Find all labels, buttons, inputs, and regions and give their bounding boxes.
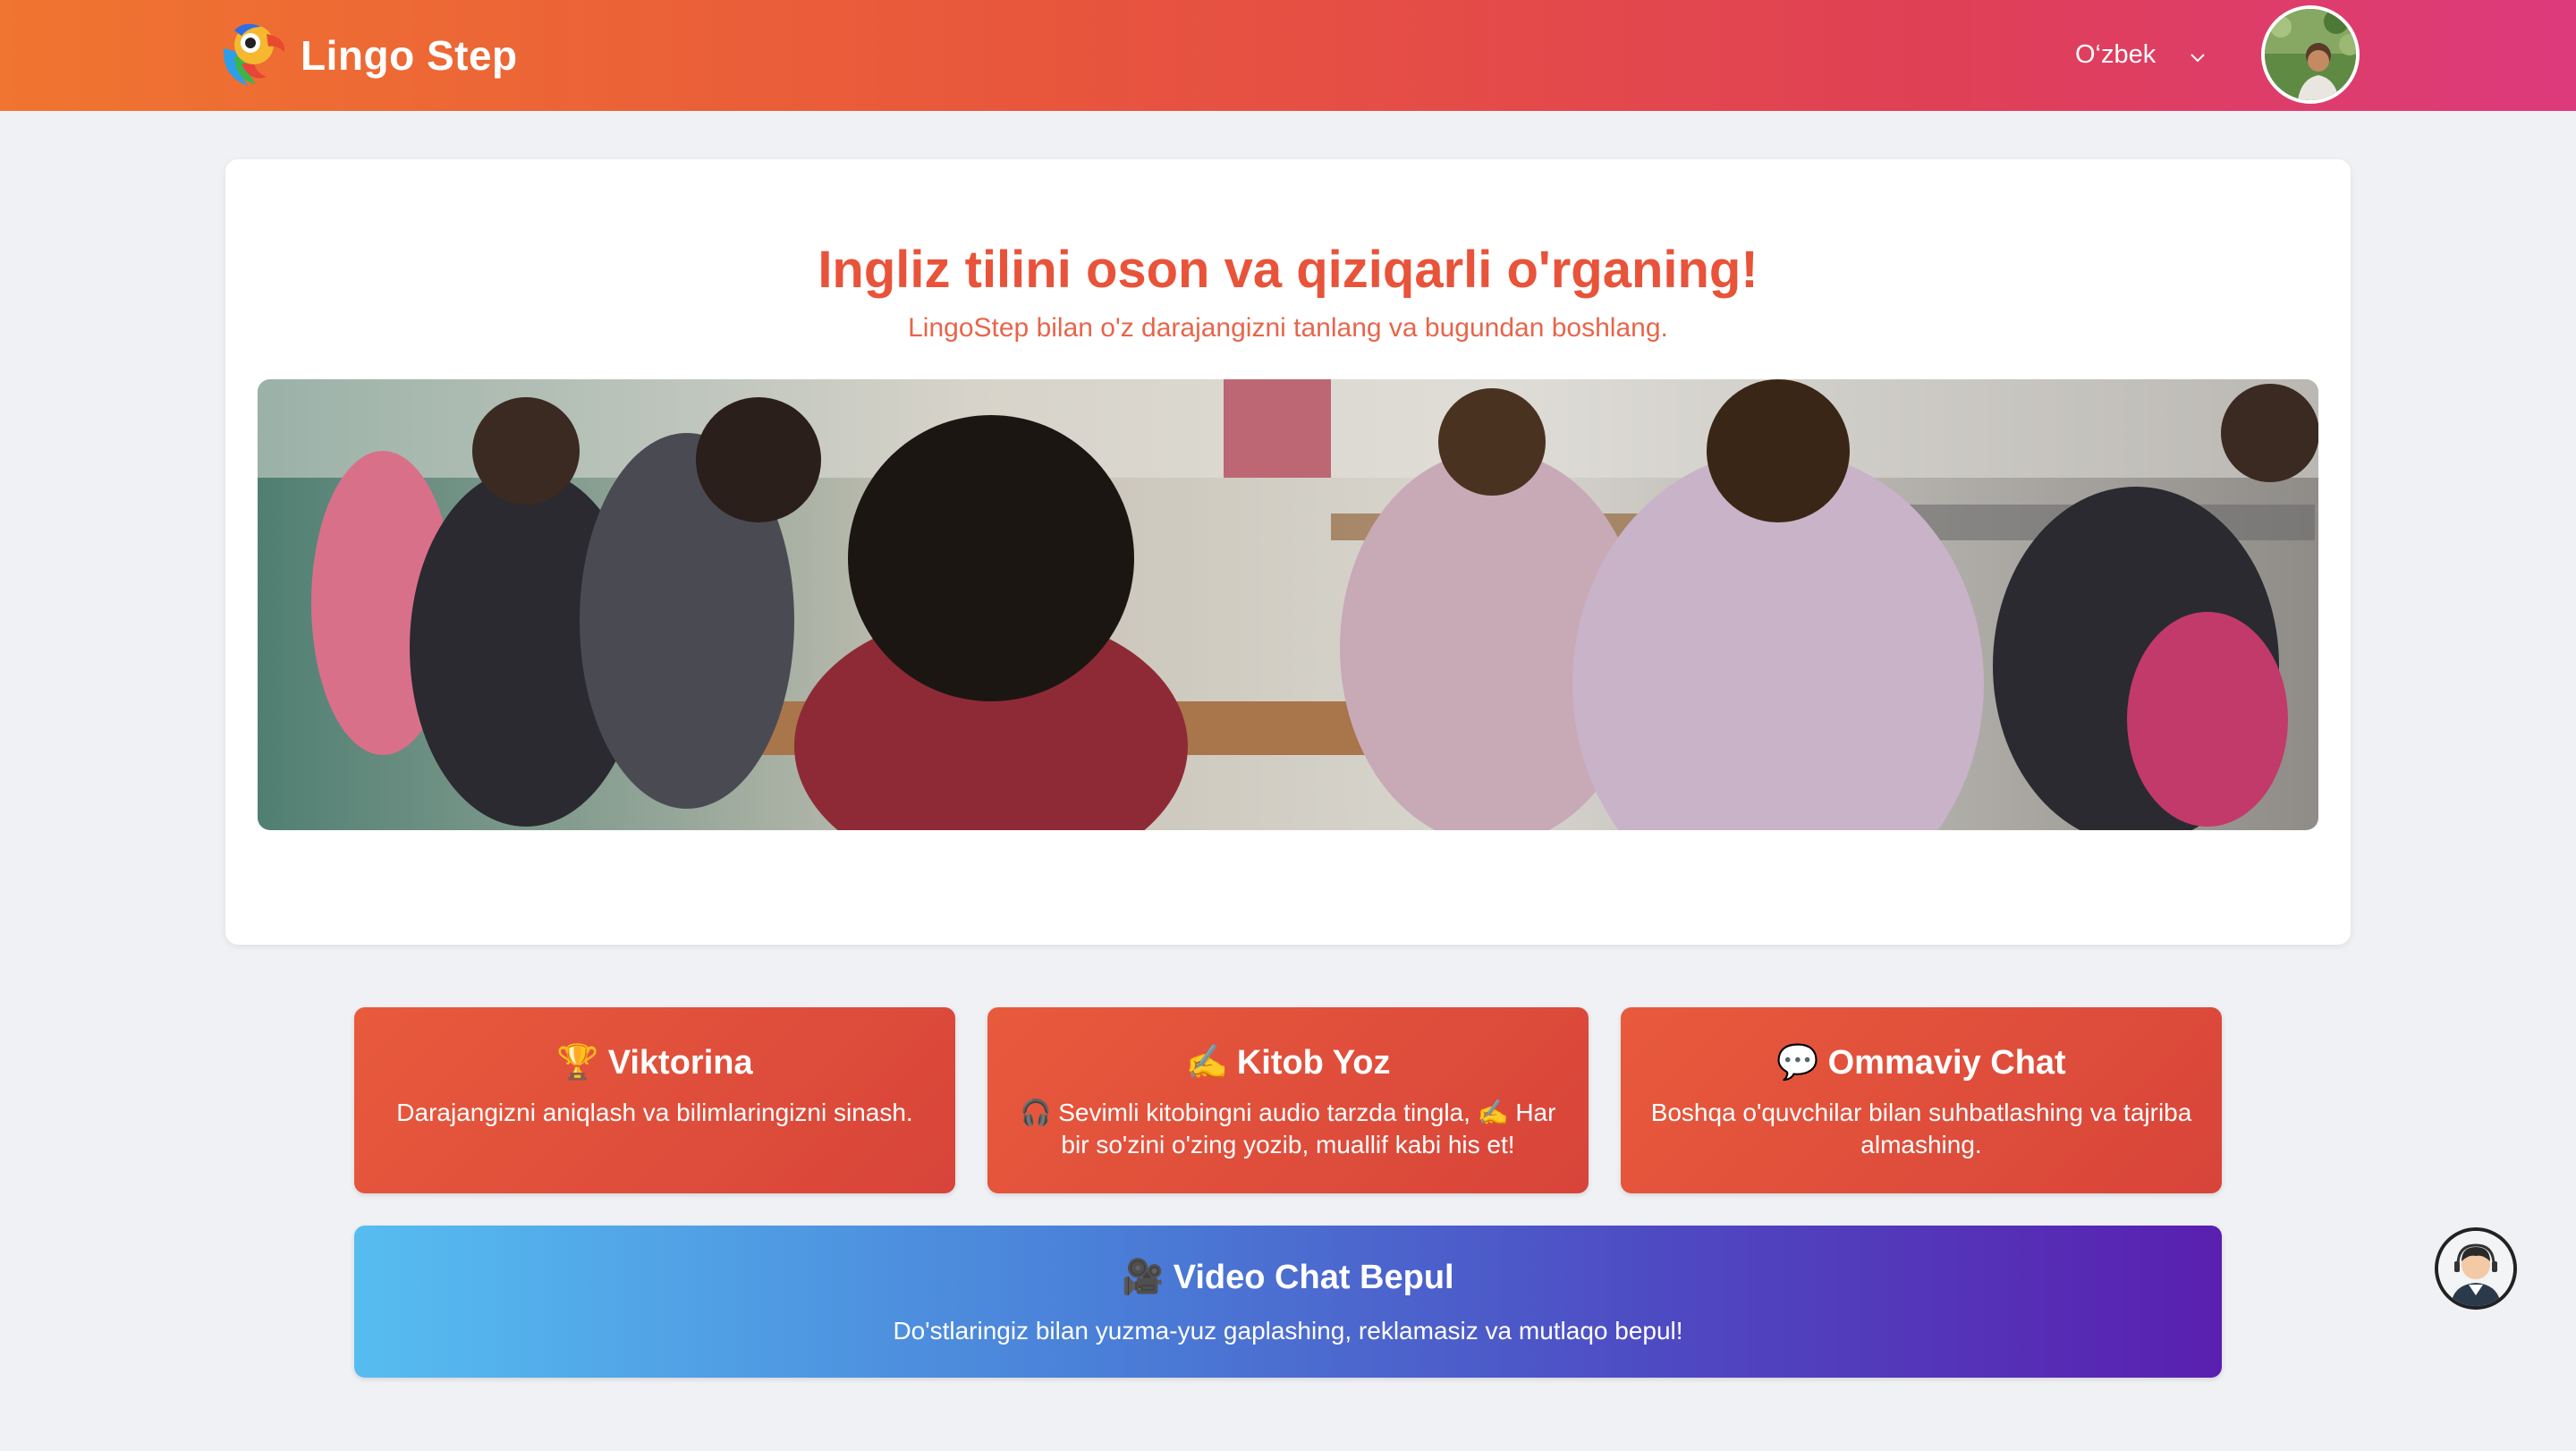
- feature-card-ommaviy-chat[interactable]: 💬 Ommaviy Chat Boshqa o'quvchilar bilan …: [1621, 1007, 2222, 1193]
- language-label: O‘zbek: [2075, 39, 2157, 69]
- feature-title: ✍️ Kitob Yoz: [987, 1043, 1589, 1082]
- feature-title-label: Video Chat Bepul: [1173, 1258, 1454, 1296]
- parrot-logo-icon: [215, 21, 290, 89]
- brand-name: Lingo Step: [301, 32, 518, 79]
- chevron-down-icon: [2188, 45, 2207, 64]
- writing-hand-icon: ✍️: [1185, 1044, 1228, 1082]
- trophy-icon: 🏆: [556, 1044, 599, 1082]
- feature-title-label: Kitob Yoz: [1236, 1043, 1391, 1082]
- feature-description: Darajangizni aniqlash va bilimlaringizni…: [396, 1099, 913, 1126]
- hero-card: Ingliz tilini oson va qiziqarli o'rganin…: [225, 159, 2351, 945]
- video-chat-card[interactable]: 🎥 Video Chat Bepul Do'stlaringiz bilan y…: [354, 1226, 2222, 1378]
- feature-title: 🏆 Viktorina: [354, 1043, 955, 1082]
- support-agent-icon: [2438, 1231, 2513, 1306]
- video-camera-icon: 🎥: [1122, 1259, 1165, 1296]
- user-avatar[interactable]: [2261, 5, 2360, 104]
- brand-logo-link[interactable]: Lingo Step: [215, 20, 518, 91]
- feature-description: 🎧 Sevimli kitobingni audio tarzda tingla…: [1020, 1099, 1556, 1158]
- top-header: Lingo Step O‘zbek: [0, 0, 2576, 111]
- language-select[interactable]: O‘zbek: [2075, 34, 2207, 75]
- feature-description: Do'stlaringiz bilan yuzma-yuz gaplashing…: [893, 1317, 1683, 1345]
- feature-card-viktorina[interactable]: 🏆 Viktorina Darajangizni aniqlash va bil…: [354, 1007, 955, 1193]
- hero-title: Ingliz tilini oson va qiziqarli o'rganin…: [818, 241, 1758, 299]
- feature-card-kitob-yoz[interactable]: ✍️ Kitob Yoz 🎧 Sevimli kitobingni audio …: [987, 1007, 1589, 1193]
- support-agent-button[interactable]: [2435, 1227, 2517, 1310]
- feature-title-label: Ommaviy Chat: [1827, 1043, 2066, 1082]
- speech-bubble-icon: 💬: [1776, 1044, 1819, 1082]
- hero-subtitle: LingoStep bilan o'z darajangizni tanlang…: [908, 313, 1668, 343]
- feature-title: 🎥 Video Chat Bepul: [354, 1258, 2222, 1297]
- feature-title-label: Viktorina: [607, 1043, 753, 1082]
- feature-description: Boshqa o'quvchilar bilan suhbatlashing v…: [1650, 1099, 2192, 1158]
- classroom-image: [258, 379, 2318, 830]
- feature-title: 💬 Ommaviy Chat: [1621, 1043, 2222, 1082]
